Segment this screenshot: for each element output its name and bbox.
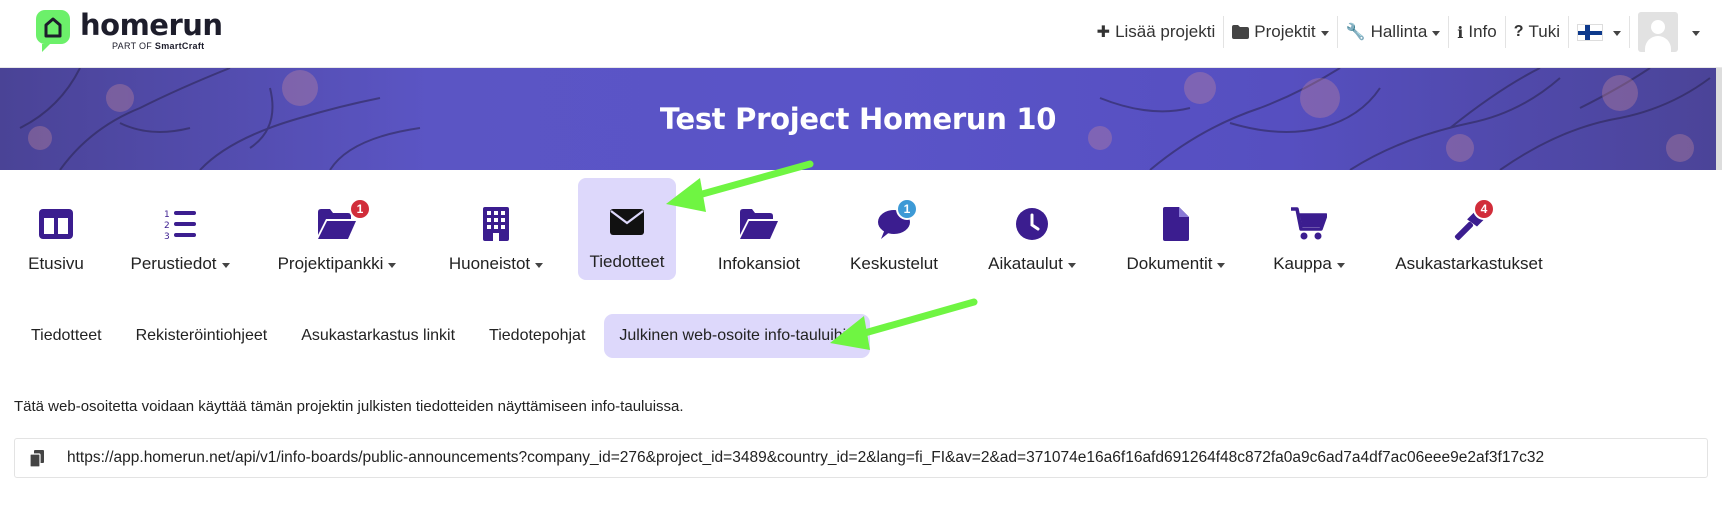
- module-label: Huoneistot: [448, 254, 531, 273]
- module-keskustelut[interactable]: 1 Keskustelut: [846, 196, 942, 282]
- add-project-link[interactable]: ✚ Lisää projekti: [1089, 16, 1225, 48]
- project-banner: Test Project Homerun 10: [0, 68, 1722, 170]
- house-logo-icon: [36, 10, 70, 52]
- module-dokumentit[interactable]: Dokumentit: [1124, 196, 1228, 282]
- support-label: Tuki: [1528, 22, 1561, 41]
- chevron-down-icon: [1217, 262, 1226, 268]
- support-link[interactable]: ? Tuki: [1506, 16, 1569, 48]
- module-projektipankki[interactable]: 1 Projektipankki: [276, 196, 398, 282]
- admin-dropdown[interactable]: 🔧 Hallinta: [1338, 16, 1450, 48]
- admin-label: Hallinta: [1370, 22, 1428, 41]
- module-kauppa[interactable]: Kauppa: [1272, 196, 1346, 282]
- brand-sub: PART OF SmartCraft: [112, 41, 205, 51]
- add-project-label: Lisää projekti: [1115, 22, 1216, 41]
- chevron-down-icon: [1432, 30, 1441, 36]
- file-icon: [1156, 206, 1196, 242]
- public-url-value: https://app.homerun.net/api/v1/info-boar…: [67, 449, 1545, 466]
- module-label: Kauppa: [1273, 254, 1332, 273]
- avatar: [1638, 12, 1678, 52]
- info-icon: i: [1457, 22, 1464, 42]
- annotation-arrow: [666, 160, 814, 212]
- chevron-down-icon: [388, 262, 397, 268]
- tab-asukastarkastus-linkit[interactable]: Asukastarkastus linkit: [286, 314, 470, 358]
- tab-tiedotepohjat[interactable]: Tiedotepohjat: [474, 314, 600, 358]
- layout-columns-icon: [36, 206, 76, 242]
- module-label: Aikataulut: [988, 254, 1063, 273]
- envelope-icon: [607, 204, 647, 240]
- module-asukastarkastukset[interactable]: 4 Asukastarkastukset: [1394, 196, 1544, 282]
- public-url-field[interactable]: https://app.homerun.net/api/v1/info-boar…: [14, 438, 1708, 478]
- chevron-down-icon: [1067, 262, 1076, 268]
- folder-icon: [1232, 25, 1250, 39]
- homerun-logo[interactable]: homerun PART OF SmartCraft: [36, 10, 223, 58]
- wrench-icon: 🔧: [1345, 24, 1366, 41]
- user-menu[interactable]: [1630, 12, 1708, 52]
- chevron-down-icon: [1320, 30, 1329, 36]
- module-nav: Etusivu 123 Perustiedot 1 Projektipankki…: [0, 178, 1722, 282]
- cart-icon: [1289, 206, 1329, 242]
- brand-name: homerun: [80, 8, 223, 42]
- finland-flag-icon: [1577, 23, 1603, 41]
- tab-tiedotteet[interactable]: Tiedotteet: [16, 314, 117, 358]
- module-etusivu[interactable]: Etusivu: [14, 196, 98, 282]
- module-label: Asukastarkastukset: [1395, 254, 1543, 273]
- annotation-arrow: [830, 298, 978, 350]
- question-icon: ?: [1513, 23, 1524, 40]
- chevron-down-icon: [1692, 30, 1700, 36]
- top-navbar: homerun PART OF SmartCraft ✚ Lisää proje…: [0, 0, 1722, 68]
- svg-text:3: 3: [164, 232, 170, 240]
- notification-badge: 1: [896, 198, 918, 220]
- building-icon: [476, 206, 516, 242]
- module-label: Projektipankki: [277, 254, 384, 273]
- svg-text:1: 1: [164, 210, 170, 220]
- top-menu: ✚ Lisää projekti Projektit 🔧 Hallinta i …: [1089, 10, 1708, 54]
- notification-badge: 4: [1473, 198, 1495, 220]
- project-title: Test Project Homerun 10: [659, 102, 1057, 136]
- info-link[interactable]: i Info: [1449, 16, 1506, 48]
- module-huoneistot[interactable]: Huoneistot: [446, 196, 546, 282]
- module-label: Etusivu: [28, 254, 84, 273]
- numbered-list-icon: 123: [160, 206, 200, 242]
- description-text: Tätä web-osoitetta voidaan käyttää tämän…: [14, 398, 684, 415]
- module-perustiedot[interactable]: 123 Perustiedot: [130, 196, 230, 282]
- module-aikataulut[interactable]: Aikataulut: [984, 196, 1080, 282]
- tab-rekisterointiohjeet[interactable]: Rekisteröintiohjeet: [121, 314, 283, 358]
- hammer-icon: 4: [1449, 198, 1495, 242]
- chevron-down-icon: [535, 262, 544, 268]
- notification-badge: 1: [349, 198, 371, 220]
- sub-tabs: Tiedotteet Rekisteröintiohjeet Asukastar…: [16, 314, 874, 358]
- module-label: Dokumentit: [1126, 254, 1213, 273]
- info-label: Info: [1468, 22, 1497, 41]
- language-dropdown[interactable]: [1569, 16, 1630, 48]
- module-label: Perustiedot: [130, 254, 217, 273]
- clock-icon: [1012, 206, 1052, 242]
- plus-icon: ✚: [1096, 24, 1111, 41]
- copy-icon[interactable]: [15, 438, 59, 478]
- module-label: Infokansiot: [717, 254, 801, 273]
- chat-bubble-icon: 1: [874, 198, 918, 242]
- projects-dropdown[interactable]: Projektit: [1224, 16, 1338, 48]
- chevron-down-icon: [1613, 30, 1621, 36]
- module-label: Tiedotteet: [589, 252, 665, 271]
- svg-text:2: 2: [164, 221, 170, 231]
- projects-label: Projektit: [1254, 22, 1316, 41]
- chevron-down-icon: [221, 262, 230, 268]
- module-label: Keskustelut: [850, 254, 938, 273]
- chevron-down-icon: [1336, 262, 1345, 268]
- folder-open-icon: 1: [317, 198, 371, 242]
